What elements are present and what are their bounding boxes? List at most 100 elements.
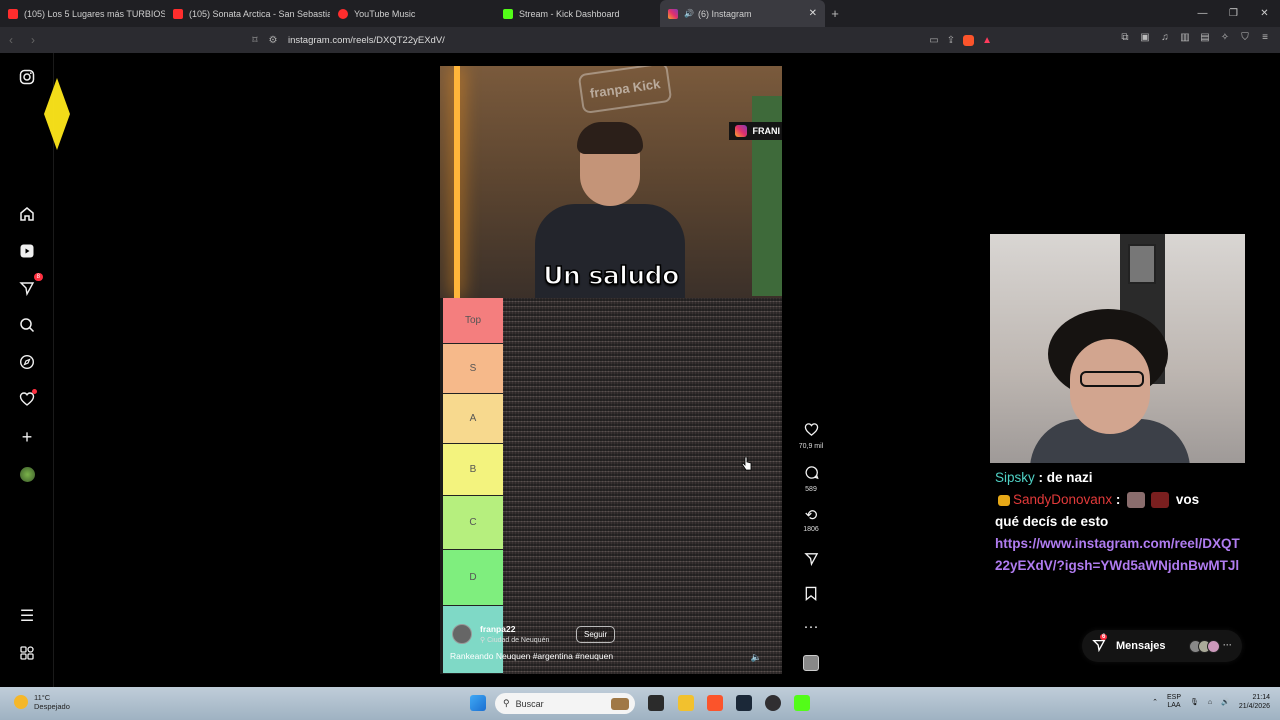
- vpn-icon[interactable]: ⛉: [1238, 32, 1252, 46]
- instagram-icon: [668, 8, 678, 19]
- youtube-icon: [8, 8, 18, 19]
- author-username[interactable]: franpa22: [480, 624, 515, 634]
- chat-overlay: Sipsky : de nazi SandyDonovanx : vos qué…: [990, 463, 1245, 607]
- share-button[interactable]: [796, 551, 826, 570]
- messages-button[interactable]: 6 Mensajes ···: [1082, 630, 1242, 662]
- save-button[interactable]: [796, 586, 826, 605]
- tab-label: (6) Instagram: [697, 8, 752, 19]
- browser-tab-active[interactable]: 🔊 (6) Instagram ✕: [660, 0, 825, 27]
- search-icon[interactable]: [17, 315, 37, 335]
- tray-chevron-icon[interactable]: ⌃: [1152, 698, 1158, 706]
- notifications-heart-icon[interactable]: [17, 389, 37, 409]
- comment-count: 589: [805, 486, 817, 493]
- like-button[interactable]: 70,9 mil: [796, 422, 826, 450]
- minimize-button[interactable]: —: [1187, 8, 1218, 19]
- author-location[interactable]: ⚲ Ciudad de Neuquén: [480, 636, 549, 644]
- new-tab-button[interactable]: +: [825, 6, 845, 21]
- chat-text: qué decís de esto: [995, 514, 1109, 529]
- brave-rewards-icon[interactable]: ▲: [982, 35, 992, 46]
- home-icon[interactable]: [17, 204, 37, 224]
- more-options-button[interactable]: ···: [796, 619, 826, 635]
- mute-icon[interactable]: 🔈: [751, 652, 762, 663]
- instagram-icon: [734, 125, 747, 137]
- tier-list: Top S A B C D: [440, 298, 782, 674]
- address-bar[interactable]: ⌑ ⚙ instagram.com/reels/DXQT22yEXdV/ ▭ ⇪…: [246, 31, 992, 49]
- clock[interactable]: 21:14 21/4/2026: [1239, 693, 1270, 711]
- profile-avatar[interactable]: [17, 464, 37, 484]
- steam-icon[interactable]: [736, 695, 752, 711]
- back-button[interactable]: ‹: [0, 33, 22, 47]
- send-icon: [796, 551, 826, 570]
- wallet-icon[interactable]: ▣: [1138, 32, 1152, 46]
- tier-row-label: D: [443, 550, 503, 606]
- tab-label: (105) Sonata Arctica - San Sebastian: [189, 8, 330, 19]
- browser-tab[interactable]: Stream - Kick Dashboard: [495, 0, 660, 27]
- extensions-icon[interactable]: ⧉: [1118, 32, 1132, 46]
- music-icon[interactable]: ♫: [1158, 32, 1172, 46]
- weather-widget[interactable]: 11°C Despejado: [14, 693, 70, 711]
- language-indicator[interactable]: ESP LAA: [1167, 694, 1181, 710]
- volume-icon[interactable]: 🔊: [1221, 698, 1230, 706]
- search-highlight-icon: [611, 697, 629, 710]
- file-explorer-icon[interactable]: [678, 695, 694, 711]
- author-avatar[interactable]: [452, 624, 472, 644]
- heart-icon: [796, 422, 826, 441]
- browser-tab-bar: (105) Los 5 Lugares más TURBIOS de (105)…: [0, 0, 1280, 27]
- tier-row-label: B: [443, 444, 503, 496]
- reels-icon[interactable]: [17, 241, 37, 261]
- maximize-button[interactable]: ❐: [1218, 8, 1249, 19]
- windows-start-icon[interactable]: [470, 695, 486, 711]
- threads-apps-icon[interactable]: [17, 643, 37, 663]
- task-view-icon[interactable]: [648, 695, 664, 711]
- url-text[interactable]: instagram.com/reels/DXQT22yEXdV/: [288, 35, 445, 46]
- screenshot-icon[interactable]: ▭: [929, 35, 938, 46]
- tab-label: YouTube Music: [354, 8, 416, 19]
- browser-tab[interactable]: (105) Sonata Arctica - San Sebastian: [165, 0, 330, 27]
- browser-tools: ⧉ ▣ ♫ ▥ ▤ ✧ ⛉ ≡: [1118, 32, 1272, 46]
- follow-button[interactable]: Seguir: [576, 626, 616, 643]
- reel-caption: Rankeando Neuquen #argentina #neuquen: [450, 651, 614, 661]
- forward-button[interactable]: ›: [22, 33, 44, 47]
- notification-dot: [32, 389, 37, 394]
- chat-message: SandyDonovanx : vos qué decís de esto: [995, 492, 1200, 529]
- system-tray: ⌃ ESP LAA 🎙 ⌂ 🔊 21:14 21/4/2026: [1152, 693, 1270, 711]
- create-icon[interactable]: +: [17, 427, 37, 447]
- browser-tab[interactable]: (105) Los 5 Lugares más TURBIOS de: [0, 0, 165, 27]
- leo-ai-icon[interactable]: ✧: [1218, 32, 1232, 46]
- share-icon[interactable]: ⇪: [947, 35, 955, 46]
- repost-icon: ⟲: [804, 507, 818, 524]
- chat-message: Sipsky : de nazi: [995, 470, 1093, 485]
- bookmark-icon: [796, 586, 826, 605]
- tier-row-label: C: [443, 496, 503, 550]
- repost-button[interactable]: ⟲ 1806: [796, 507, 826, 534]
- browser-tab[interactable]: YouTube Music: [330, 0, 495, 27]
- network-icon[interactable]: ⌂: [1208, 699, 1212, 706]
- brave-shield-icon[interactable]: [963, 34, 975, 46]
- audio-thumbnail[interactable]: [803, 655, 819, 671]
- bookmark-icon[interactable]: ⌑: [246, 35, 264, 46]
- comment-button[interactable]: 589: [796, 465, 826, 493]
- more-menu-icon[interactable]: ☰: [17, 606, 37, 626]
- instagram-logo-icon[interactable]: [17, 67, 37, 87]
- reel-video[interactable]: franpa Kick FRANI Un saludo Top S A B C …: [440, 66, 782, 674]
- window-controls: — ❐ ✕: [1187, 0, 1280, 27]
- chat-link[interactable]: https://www.instagram.com/reel/DXQT22yEX…: [995, 533, 1240, 577]
- sidebar-toggle-icon[interactable]: ▥: [1178, 32, 1192, 46]
- menu-icon[interactable]: ≡: [1258, 32, 1272, 46]
- emote-icon: [1151, 492, 1170, 509]
- direct-messages-icon[interactable]: 8: [17, 273, 43, 298]
- tab-close-icon[interactable]: ✕: [809, 8, 817, 19]
- taskbar-search[interactable]: ⚲ Buscar: [495, 693, 635, 714]
- sparkle-overlay-icon: [44, 78, 70, 150]
- explore-icon[interactable]: [17, 352, 37, 372]
- close-window-button[interactable]: ✕: [1249, 8, 1280, 19]
- brave-browser-icon[interactable]: [707, 695, 723, 711]
- site-info-icon[interactable]: ⚙: [264, 35, 282, 46]
- notifications-badge: 8: [33, 273, 43, 281]
- microphone-icon[interactable]: 🎙: [1190, 698, 1199, 706]
- chat-text: de nazi: [1046, 470, 1093, 485]
- wallet2-icon[interactable]: ▤: [1198, 32, 1212, 46]
- tier-row-label: S: [443, 344, 503, 394]
- obs-icon[interactable]: [765, 695, 781, 711]
- kick-app-icon[interactable]: [794, 695, 810, 711]
